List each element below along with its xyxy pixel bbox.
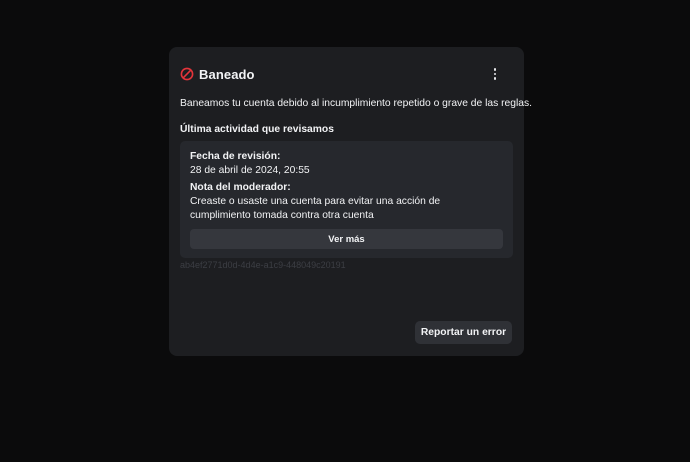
review-date-label: Fecha de revisión: bbox=[190, 151, 281, 162]
moderator-note-value: Creaste o usaste una cuenta para evitar … bbox=[190, 196, 441, 221]
ban-icon bbox=[180, 67, 194, 81]
moderator-note-label: Nota del moderador: bbox=[190, 182, 291, 193]
reference-id: ab4ef2771d0d-4d4e-a1c9-448049c20191 bbox=[180, 260, 346, 270]
activity-panel: Fecha de revisión: 28 de abril de 2024, … bbox=[180, 141, 513, 258]
more-vertical-icon-dot bbox=[493, 72, 497, 76]
card-header: Baneado bbox=[180, 65, 512, 83]
more-options-button[interactable] bbox=[488, 66, 502, 82]
see-more-button[interactable]: Ver más bbox=[190, 229, 503, 249]
ban-description: Baneamos tu cuenta debido al incumplimie… bbox=[180, 98, 533, 109]
status-title: Baneado bbox=[199, 66, 255, 82]
activity-heading: Última actividad que revisamos bbox=[180, 124, 334, 135]
review-date-value: 28 de abril de 2024, 20:55 bbox=[190, 165, 310, 176]
ban-status-card: Baneado Baneamos tu cuenta debido al inc… bbox=[169, 47, 532, 356]
more-vertical-icon-dot bbox=[493, 77, 497, 80]
more-vertical-icon bbox=[493, 68, 497, 71]
report-error-button[interactable]: Reportar un error bbox=[415, 321, 512, 344]
